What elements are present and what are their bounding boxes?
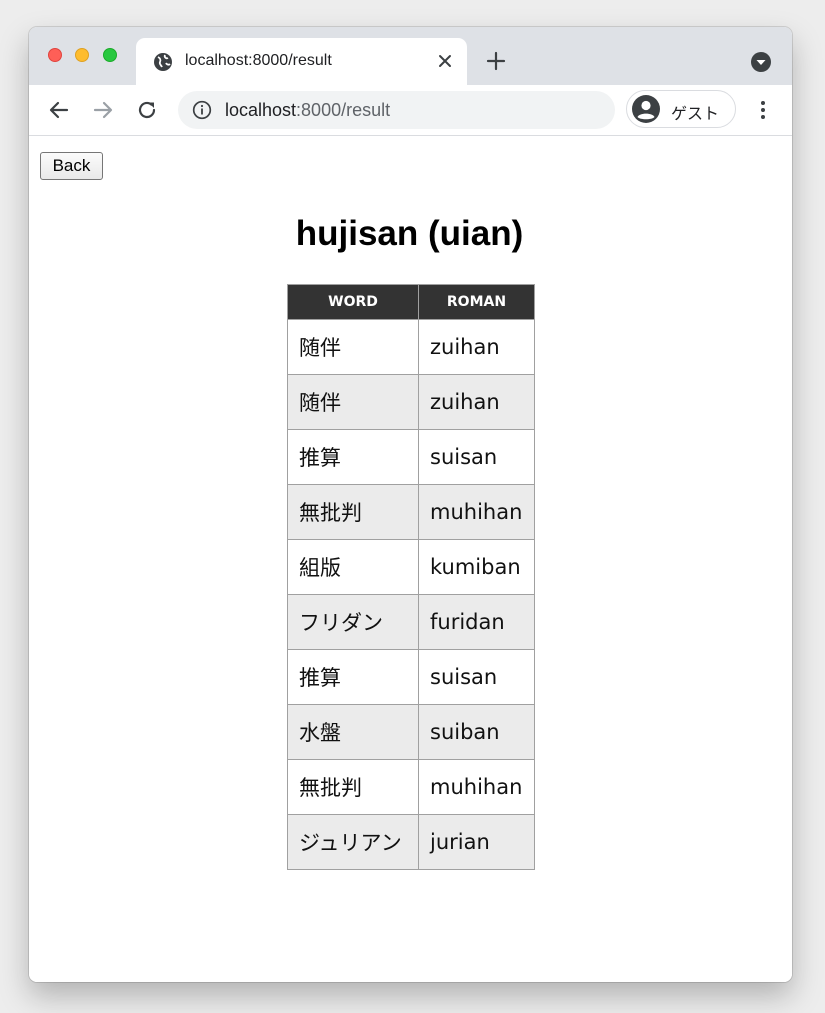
roman-cell: zuihan	[418, 374, 535, 430]
word-cell: 推算	[287, 649, 419, 705]
tab-title: localhost:8000/result	[185, 52, 332, 69]
url-path: :8000/result	[296, 100, 391, 120]
table-header-row: WORD ROMAN	[287, 284, 535, 320]
zoom-window-button[interactable]	[103, 48, 117, 62]
roman-cell: zuihan	[418, 319, 535, 375]
table-row: 随伴 zuihan	[287, 374, 535, 430]
word-cell: 随伴	[287, 374, 419, 430]
result-table: WORD ROMAN 随伴 zuihan 随伴 zuihan 推算 suisan	[287, 284, 535, 870]
word-cell: ジュリアン	[287, 814, 419, 870]
word-cell: 随伴	[287, 319, 419, 375]
table-row: フリダン furidan	[287, 594, 535, 650]
word-cell: フリダン	[287, 594, 419, 650]
kebab-menu-icon[interactable]	[751, 98, 775, 122]
plus-icon[interactable]	[486, 51, 506, 71]
page-content: Back hujisan (uian) WORD ROMAN 随伴 zuihan…	[29, 136, 792, 982]
roman-cell: jurian	[418, 814, 535, 870]
back-button[interactable]: Back	[40, 152, 103, 180]
roman-cell: suiban	[418, 704, 535, 760]
table-row: 水盤 suiban	[287, 704, 535, 760]
profile-button[interactable]: ゲスト	[626, 90, 736, 128]
table-row: 無批判 muhihan	[287, 484, 535, 540]
roman-cell: kumiban	[418, 539, 535, 595]
word-cell: 無批判	[287, 759, 419, 815]
table-row: 無批判 muhihan	[287, 759, 535, 815]
close-icon[interactable]	[436, 52, 454, 70]
globe-icon	[154, 53, 172, 71]
tab-strip: localhost:8000/result	[29, 27, 792, 85]
tab-result[interactable]: localhost:8000/result	[136, 38, 467, 85]
page-title: hujisan (uian)	[295, 214, 524, 253]
table-row: 推算 suisan	[287, 649, 535, 705]
word-cell: 水盤	[287, 704, 419, 760]
roman-cell: muhihan	[418, 484, 535, 540]
column-header-roman: ROMAN	[418, 284, 535, 320]
column-header-word: WORD	[287, 284, 419, 320]
word-cell: 推算	[287, 429, 419, 485]
roman-cell: suisan	[418, 649, 535, 705]
browser-toolbar: localhost:8000/result ゲスト	[29, 85, 792, 136]
table-row: 推算 suisan	[287, 429, 535, 485]
arrow-right-icon[interactable]	[91, 98, 115, 122]
user-avatar-icon	[632, 95, 660, 123]
url-text[interactable]: localhost:8000/result	[225, 100, 390, 121]
table-row: 組版 kumiban	[287, 539, 535, 595]
word-cell: 無批判	[287, 484, 419, 540]
roman-cell: suisan	[418, 429, 535, 485]
profile-label: ゲスト	[671, 106, 720, 123]
browser-window: localhost:8000/result localhost:8000/res…	[29, 27, 792, 982]
chevron-down-circle-icon[interactable]	[750, 51, 772, 73]
roman-cell: furidan	[418, 594, 535, 650]
arrow-left-icon[interactable]	[47, 98, 71, 122]
word-cell: 組版	[287, 539, 419, 595]
info-icon[interactable]	[192, 100, 212, 120]
minimize-window-button[interactable]	[75, 48, 89, 62]
close-window-button[interactable]	[48, 48, 62, 62]
table-row: 随伴 zuihan	[287, 319, 535, 375]
reload-icon[interactable]	[135, 98, 159, 122]
roman-cell: muhihan	[418, 759, 535, 815]
address-bar[interactable]: localhost:8000/result	[178, 91, 615, 129]
table-row: ジュリアン jurian	[287, 814, 535, 870]
url-host: localhost	[225, 100, 297, 120]
